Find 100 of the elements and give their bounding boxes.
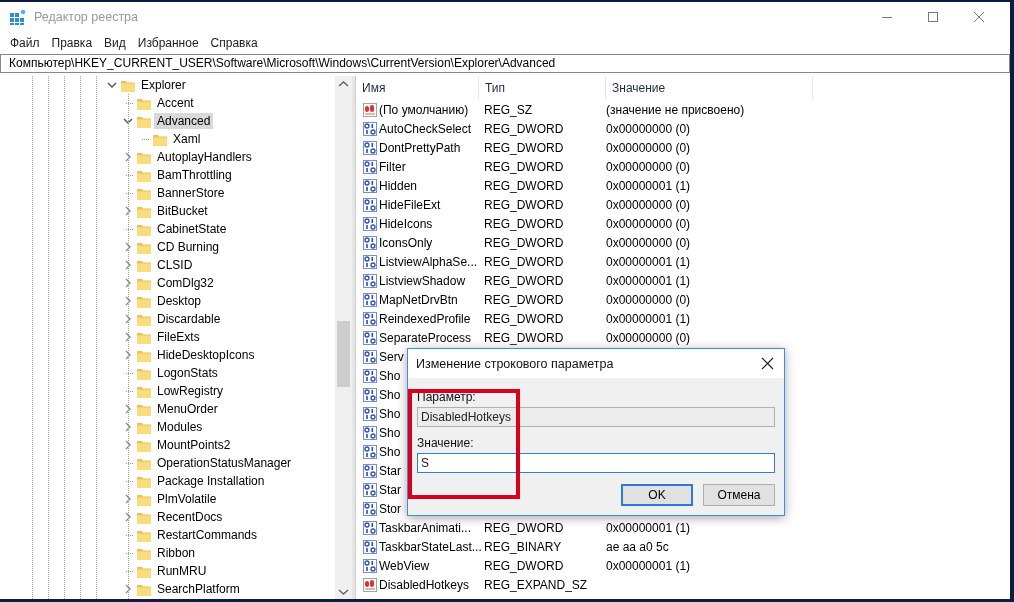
tree-item[interactable]: RestartCommands [154,527,261,543]
value-field[interactable]: S [417,453,775,473]
menu-item[interactable]: Вид [98,36,132,50]
value-name[interactable]: Hidden [379,178,418,193]
tree-item[interactable]: HideDesktopIcons [154,347,258,363]
value-type: REG_DWORD [484,520,564,535]
tree-item[interactable]: AutoplayHandlers [154,149,255,165]
value-data: 0x00000000 (0) [606,140,691,155]
value-name[interactable]: HideFileExt [379,197,441,212]
dialog-title: Изменение строкового параметра [416,356,614,371]
tree-item[interactable]: LowRegistry [154,383,227,399]
value-name[interactable]: DisabledHotkeys [379,577,470,592]
window-title: Редактор реестра [34,10,140,24]
value-name[interactable]: Filter [379,159,406,174]
value-name[interactable]: MapNetDrvBtn [379,292,458,307]
value-type: REG_DWORD [484,254,564,269]
string-value-icon [362,101,378,118]
tree-item[interactable]: CabinetState [154,221,230,237]
value-type: REG_DWORD [484,558,564,573]
tree-item[interactable]: Accent [154,95,197,111]
tree-item[interactable]: CD Burning [154,239,223,255]
tree-item[interactable]: Discardable [154,311,224,327]
menu-item[interactable]: Справка [204,36,264,50]
value-name[interactable]: TaskbarStateLast... [379,539,482,554]
value-data: 0x00000001 (1) [606,558,691,573]
value-name[interactable]: Stor [379,501,401,516]
maximize-icon[interactable] [927,11,939,23]
value-name[interactable]: Sho [379,387,401,402]
tree-item[interactable]: OperationStatusManager [154,455,295,471]
value-name[interactable]: ListviewAlphaSe... [379,254,478,269]
value-name[interactable]: Star [379,482,401,497]
binary-value-icon [362,177,378,194]
binary-value-icon [362,196,378,213]
value-type: REG_DWORD [484,311,564,326]
tree-item[interactable]: Package Installation [154,473,268,489]
value-name[interactable]: ReindexedProfile [379,311,471,326]
value-name[interactable]: WebView [379,558,430,573]
menu-item[interactable]: Файл [4,36,46,50]
tree-item[interactable]: Desktop [154,293,205,309]
value-name[interactable]: AutoCheckSelect [379,121,472,136]
tree-item[interactable]: Xaml [170,131,204,147]
dialog-button[interactable]: OK [621,484,693,506]
value-name[interactable]: SeparateProcess [379,330,472,345]
value-name[interactable]: ListviewShadow [379,273,466,288]
value-data: 0x00000000 (0) [606,292,691,307]
binary-value-icon [362,500,378,517]
tree-item[interactable]: PlmVolatile [154,491,220,507]
value-name[interactable]: DontPrettyPath [379,140,461,155]
binary-value-icon [362,158,378,175]
value-name[interactable]: Star [379,463,401,478]
binary-value-icon [362,424,378,441]
value-data: 0x00000001 (1) [606,178,691,193]
tree-item[interactable]: ComDlg32 [154,275,217,291]
dialog-button[interactable]: Отмена [703,484,775,506]
value-data: 0x00000000 (0) [606,197,691,212]
tree-item[interactable]: RunMRU [154,563,210,579]
menu-item[interactable]: Избранное [131,36,205,50]
column-header[interactable]: Имя [356,77,479,99]
binary-value-icon [362,291,378,308]
tree-item[interactable]: BamThrottling [154,167,235,183]
tree-item[interactable]: MenuOrder [154,401,221,417]
value-name[interactable]: Serv [379,349,404,364]
column-header[interactable]: Тип [479,77,606,99]
value-name[interactable]: Sho [379,425,401,440]
tree-item[interactable]: SearchPlatform [154,581,243,597]
menu-item[interactable]: Правка [45,36,99,50]
value-type: REG_DWORD [484,330,564,345]
tree-item[interactable]: Advanced [154,113,214,129]
tree-item[interactable]: Ribbon [154,545,199,561]
value-name[interactable]: (По умолчанию) [379,102,469,117]
value-name[interactable]: Sho [379,368,401,383]
value-data: 0x00000001 (1) [606,254,691,269]
column-header[interactable]: Значение [606,77,813,99]
value-type: REG_DWORD [484,273,564,288]
tree-item[interactable]: Modules [154,419,206,435]
value-type: REG_DWORD [484,197,564,212]
tree-item[interactable]: BitBucket [154,203,211,219]
value-type: REG_DWORD [484,159,564,174]
close-icon[interactable] [761,357,774,370]
value-name[interactable]: Sho [379,444,401,459]
value-name[interactable]: IconsOnly [379,235,433,250]
tree-item[interactable]: LogonStats [154,365,221,381]
tree-item[interactable]: FileExts [154,329,203,345]
scrollbar-thumb[interactable] [337,321,350,387]
value-name[interactable]: HideIcons [379,216,433,231]
address-field[interactable]: Компьютер\HKEY_CURRENT_USER\Software\Microsoft\Windows\CurrentVersion\Explorer\Advanced [0,54,1010,73]
binary-value-icon [362,272,378,289]
binary-value-icon [362,462,378,479]
value-type: REG_DWORD [484,140,564,155]
tree-item[interactable]: MountPoints2 [154,437,234,453]
value-name[interactable]: TaskbarAnimati... [379,520,472,535]
binary-value-icon [362,234,378,251]
tree-item[interactable]: BannerStore [154,185,228,201]
value-type: REG_SZ [484,102,532,117]
tree-item[interactable]: RecentDocs [154,509,226,525]
tree-item[interactable]: CLSID [154,257,196,273]
tree-item[interactable]: Explorer [138,77,189,93]
value-data: 0x00000000 (0) [606,216,691,231]
value-data: 0x00000000 (0) [606,159,691,174]
value-name[interactable]: Sho [379,406,401,421]
